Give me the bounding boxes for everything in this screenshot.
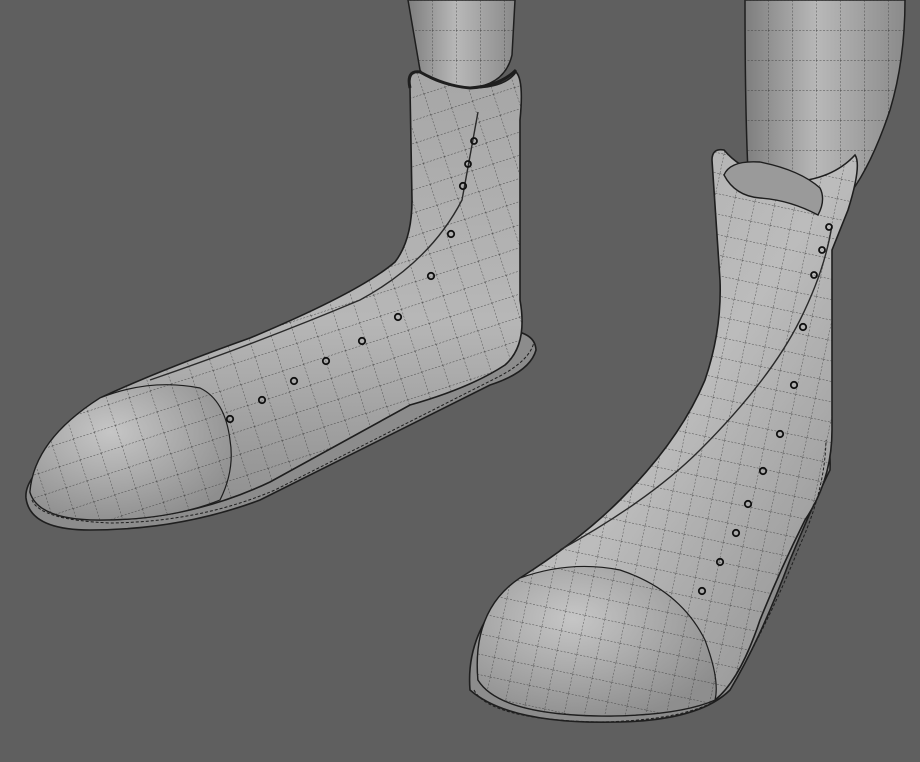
left-boot[interactable] xyxy=(25,68,537,531)
3d-viewport[interactable] xyxy=(0,0,920,762)
right-boot[interactable] xyxy=(468,148,859,724)
viewport-canvas xyxy=(25,0,906,724)
